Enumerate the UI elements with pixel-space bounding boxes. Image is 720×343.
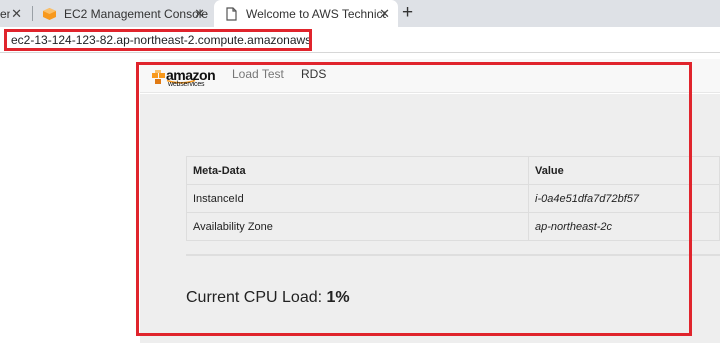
- cpu-load-label: Current CPU Load:: [186, 289, 323, 306]
- cpu-load-readout: Current CPU Load: 1%: [186, 289, 350, 307]
- metadata-key: InstanceId: [186, 184, 529, 213]
- aws-cubes-icon: [152, 70, 165, 84]
- nav-load-test[interactable]: Load Test: [232, 67, 284, 81]
- tab-partial[interactable]: en ✕: [0, 0, 28, 27]
- tab-title: en: [0, 6, 10, 21]
- close-icon[interactable]: ✕: [194, 6, 205, 22]
- cpu-load-value: 1%: [326, 289, 350, 306]
- browser-toolbar: ec2-13-124-123-82.ap-northeast-2.compute…: [0, 27, 720, 53]
- close-icon[interactable]: ✕: [379, 6, 390, 22]
- tab-title: Welcome to AWS Technical Esse: [246, 6, 386, 21]
- table-row: Availability Zone ap-northeast-2c: [186, 212, 720, 241]
- aws-favicon-icon: [43, 7, 56, 20]
- table-row: InstanceId i-0a4e51dfa7d72bf57: [186, 184, 720, 213]
- address-bar[interactable]: ec2-13-124-123-82.ap-northeast-2.compute…: [4, 29, 312, 51]
- table-header-row: Meta-Data Value: [186, 156, 720, 185]
- logo-subtext: webservices: [168, 81, 205, 88]
- column-header-meta-data: Meta-Data: [186, 156, 529, 185]
- metadata-value: ap-northeast-2c: [528, 212, 720, 241]
- metadata-table: Meta-Data Value InstanceId i-0a4e51dfa7d…: [186, 156, 720, 241]
- metadata-key: Availability Zone: [186, 212, 529, 241]
- metadata-value: i-0a4e51dfa7d72bf57: [528, 184, 720, 213]
- tab-welcome[interactable]: Welcome to AWS Technical Esse ✕: [214, 0, 398, 27]
- close-icon[interactable]: ✕: [11, 6, 22, 22]
- column-header-value: Value: [528, 156, 720, 185]
- main-content: Meta-Data Value InstanceId i-0a4e51dfa7d…: [140, 94, 720, 343]
- page-navbar: amazon webservices Load Test RDS: [140, 59, 720, 93]
- tab-title: EC2 Management Console: [64, 6, 209, 21]
- new-tab-button[interactable]: +: [402, 3, 413, 23]
- tab-strip: en ✕ EC2 Management Console ✕ Welcome to…: [0, 0, 720, 27]
- aws-logo-icon[interactable]: amazon webservices: [152, 65, 216, 91]
- page-favicon-icon: [226, 6, 237, 21]
- divider: [186, 254, 720, 256]
- tab-ec2-console[interactable]: EC2 Management Console ✕: [33, 0, 213, 27]
- nav-rds[interactable]: RDS: [301, 67, 326, 81]
